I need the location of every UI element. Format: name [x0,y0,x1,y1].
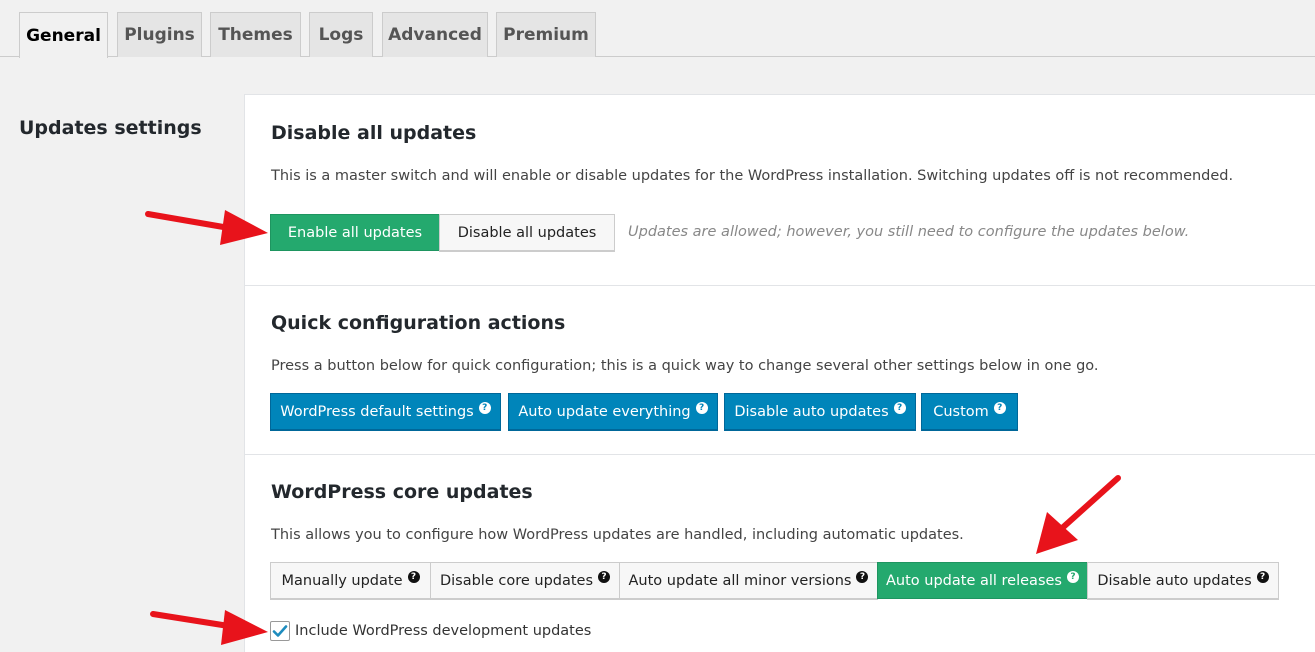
core-updates-section: WordPress core updates This allows you t… [245,455,1315,652]
manually-update-button[interactable]: Manually update? [270,562,431,599]
tab-general[interactable]: General [19,12,108,58]
button-label: Auto update all releases [886,572,1062,589]
enable-all-updates-button[interactable]: Enable all updates [270,214,440,251]
disable-all-description: This is a master switch and will enable … [271,168,1234,184]
button-label: Custom [933,403,989,420]
arrow-icon [145,210,268,245]
button-label: Auto update everything [518,403,691,420]
button-label: Manually update [281,572,403,589]
core-updates-description: This allows you to configure how WordPre… [271,527,964,543]
button-label: Disable auto updates [734,403,889,420]
arrow-icon [150,610,268,645]
disable-core-updates-button[interactable]: Disable core updates? [430,562,620,599]
checkmark-icon [272,625,288,637]
auto-update-everything-button[interactable]: Auto update everything? [508,393,718,430]
dev-updates-checkbox[interactable] [270,621,290,641]
button-label: Disable core updates [439,572,594,589]
help-icon: ? [695,401,708,414]
custom-button[interactable]: Custom? [921,393,1018,430]
settings-card: Disable all updates This is a master swi… [244,94,1315,652]
help-icon: ? [407,570,420,583]
button-label: Auto update all minor versions [628,572,852,589]
quick-config-title: Quick configuration actions [271,312,566,334]
disable-all-section: Disable all updates This is a master swi… [245,95,1315,286]
tab-plugins[interactable]: Plugins [117,12,202,57]
help-icon: ? [598,570,611,583]
tab-premium[interactable]: Premium [496,12,596,57]
dev-updates-checkbox-row[interactable]: Include WordPress development updates [270,620,591,642]
disable-all-updates-button[interactable]: Disable all updates [439,214,615,251]
button-label: WordPress default settings [280,403,474,420]
core-updates-title: WordPress core updates [271,481,533,503]
tab-advanced[interactable]: Advanced [382,12,488,57]
help-icon: ? [893,401,906,414]
disable-all-title: Disable all updates [271,122,477,144]
button-label: Disable auto updates [1097,572,1252,589]
help-icon: ? [1256,570,1269,583]
disable-auto-core-updates-button[interactable]: Disable auto updates? [1087,562,1279,599]
tab-logs[interactable]: Logs [309,12,373,57]
tab-bar: General Plugins Themes Logs Advanced Pre… [0,0,1315,58]
help-icon: ? [1066,570,1079,583]
help-icon: ? [856,570,869,583]
help-icon: ? [993,401,1006,414]
disable-auto-updates-button[interactable]: Disable auto updates? [724,393,916,430]
auto-update-all-releases-button[interactable]: Auto update all releases? [877,562,1088,599]
arrow-icon [1036,475,1121,554]
updates-status-hint: Updates are allowed; however, you still … [628,224,1190,240]
tab-themes[interactable]: Themes [210,12,301,57]
dev-updates-label: Include WordPress development updates [295,623,592,639]
help-icon: ? [478,401,491,414]
wordpress-default-settings-button[interactable]: WordPress default settings? [270,393,501,430]
quick-config-description: Press a button below for quick configura… [271,358,1099,374]
auto-update-minor-button[interactable]: Auto update all minor versions? [619,562,878,599]
quick-config-section: Quick configuration actions Press a butt… [245,286,1315,455]
section-title: Updates settings [19,117,202,139]
